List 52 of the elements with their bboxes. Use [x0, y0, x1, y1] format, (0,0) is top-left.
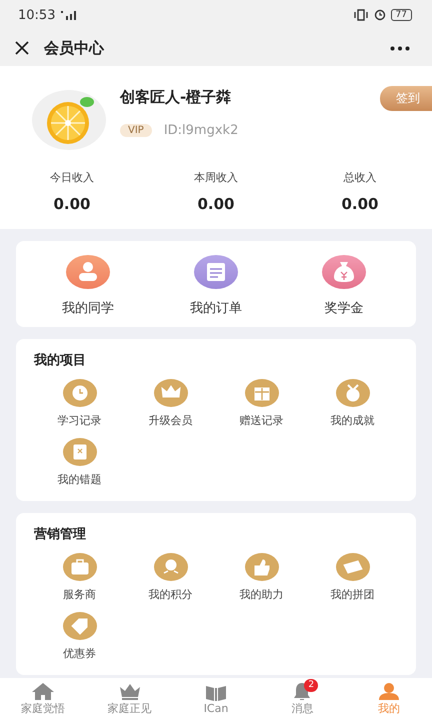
notebook-icon	[62, 438, 96, 466]
user-name: 创客匠人-橙子粦	[120, 88, 232, 107]
tab[interactable]: ICan	[172, 678, 260, 720]
alarm-icon	[374, 9, 386, 21]
income-value: 0.00	[341, 195, 378, 213]
medal-icon	[336, 379, 370, 407]
income-label: 总收入	[344, 170, 376, 185]
thumbs-up-icon	[244, 553, 278, 581]
gift-icon	[244, 379, 278, 407]
menu-item[interactable]: 服务商	[34, 553, 125, 602]
tag-icon	[62, 612, 96, 640]
shortcut-item[interactable]: 我的订单	[171, 255, 261, 317]
person-icon	[66, 255, 110, 289]
tab[interactable]: 家庭正见	[86, 678, 173, 720]
status-time: 10:53	[18, 8, 56, 22]
battery-level: 77	[390, 9, 412, 21]
book-icon	[204, 683, 228, 701]
menu-item[interactable]: 优惠券	[34, 612, 125, 661]
menu-item[interactable]: 学习记录	[34, 379, 125, 428]
vibrate-icon	[352, 9, 369, 21]
menu-item[interactable]: 赠送记录	[216, 379, 307, 428]
vip-badge: VIP	[120, 124, 152, 137]
tab[interactable]: 2 消息	[259, 678, 346, 720]
menu-item[interactable]: 我的拼团	[307, 553, 398, 602]
page-title: 会员中心	[44, 38, 104, 58]
income-label: 今日收入	[50, 170, 94, 185]
unread-badge: 2	[304, 679, 318, 692]
shortcut-item[interactable]: 奖学金	[299, 255, 389, 317]
section-title: 营销管理	[34, 526, 87, 543]
person-icon	[376, 682, 401, 700]
home-icon	[31, 682, 56, 700]
menu-item[interactable]: 我的助力	[216, 553, 307, 602]
crown-icon	[118, 682, 142, 700]
menu-item[interactable]: 我的成就	[307, 379, 398, 428]
ticket-icon	[336, 553, 370, 581]
menu-item[interactable]: 我的积分	[125, 553, 216, 602]
crown-icon	[154, 379, 188, 407]
briefcase-icon	[62, 553, 96, 581]
section-title: 我的项目	[34, 352, 87, 369]
income-label: 本周收入	[194, 170, 238, 185]
menu-item[interactable]: 我的错题	[34, 438, 125, 487]
close-icon[interactable]	[14, 40, 30, 56]
income-value: 0.00	[53, 195, 90, 213]
tab[interactable]: 家庭觉悟	[0, 678, 86, 720]
more-icon[interactable]	[390, 46, 410, 50]
user-id: ID:l9mgxk2	[164, 123, 238, 138]
income-value: 0.00	[197, 195, 234, 213]
shortcut-item[interactable]: 我的同学	[43, 255, 133, 317]
menu-item[interactable]: 升级会员	[125, 379, 216, 428]
money-bag-icon	[322, 255, 366, 289]
clock-icon	[62, 379, 96, 407]
document-icon	[194, 255, 238, 289]
